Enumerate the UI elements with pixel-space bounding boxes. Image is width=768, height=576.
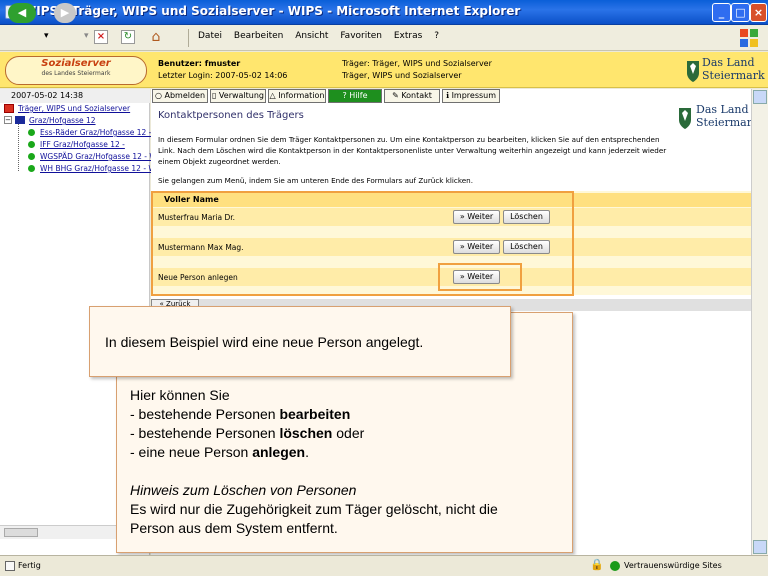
toolbar-separator — [188, 29, 189, 47]
tree-item[interactable]: WGSPÄD Graz/Hofgasse 12 - W — [40, 152, 157, 161]
status-dot-icon — [28, 165, 35, 172]
scroll-up-icon[interactable] — [753, 90, 767, 104]
status-text: Fertig — [18, 561, 41, 570]
forward-dropdown-icon[interactable]: ▾ — [84, 27, 89, 47]
scroll-down-icon[interactable] — [753, 540, 767, 554]
help-line-edit: - bestehende Personen bearbeiten — [130, 406, 351, 422]
user-info: Benutzer: fmuster Letzter Login: 2007-05… — [158, 58, 287, 82]
logo-title: Sozialserver — [41, 58, 111, 69]
status-dot-icon — [28, 141, 35, 148]
status-dot-icon — [28, 129, 35, 136]
traeger-line2: Träger, WIPS und Sozialserver — [342, 71, 462, 80]
land-steiermark-logo: Das Land Steiermark — [686, 56, 768, 86]
tab-kontakt[interactable]: ✎ Kontakt — [384, 89, 440, 103]
back-hint: Sie gelangen zum Menü, indem Sie am unte… — [158, 176, 474, 185]
hint-text1: Es wird nur die Zugehörigkeit zum Täger … — [130, 501, 498, 517]
maximize-button[interactable]: □ — [731, 3, 750, 22]
info-triangle-icon: △ — [269, 91, 279, 100]
menu-extras[interactable]: Extras — [394, 31, 422, 41]
warning-icon — [4, 104, 14, 113]
menu-bar: Datei Bearbeiten Ansicht Favoriten Extra… — [198, 31, 448, 41]
coat-of-arms-icon — [679, 108, 691, 129]
pencil-icon: ✎ — [392, 91, 402, 100]
content-land-logo: Das Land Steiermark — [676, 103, 759, 133]
menu-datei[interactable]: Datei — [198, 31, 222, 41]
content-land-line2: Steiermark — [696, 116, 759, 129]
last-login: Letzter Login: 2007-05-02 14:06 — [158, 71, 288, 80]
page-icon — [5, 561, 15, 571]
help-intro: Hier können Sie — [130, 387, 230, 403]
collapse-icon[interactable]: − — [4, 116, 12, 124]
tree-item[interactable]: IFF Graz/Hofgasse 12 - — [40, 140, 125, 149]
close-button[interactable]: × — [750, 3, 767, 22]
logo-subtitle: des Landes Steiermark — [41, 70, 111, 77]
tab-abmelden[interactable]: ○ Abmelden — [152, 89, 208, 103]
tab-impressum[interactable]: ℹ Impressum — [442, 89, 500, 103]
forward-icon[interactable]: ▶ — [54, 3, 76, 23]
user-name: Benutzer: fmuster — [158, 59, 241, 68]
stop-icon[interactable]: × — [94, 30, 108, 44]
sozialserver-logo: Sozialserver des Landes Steiermark — [5, 56, 147, 85]
help-callout-text: Hier können Sie - bestehende Personen be… — [130, 386, 498, 538]
lock-icon: 🔒 — [590, 558, 604, 571]
land-line2: Steiermark — [702, 69, 765, 82]
intro-text: In diesem Formular ordnen Sie dem Träger… — [158, 135, 667, 166]
tab-hilfe[interactable]: ? Hilfe — [328, 89, 382, 103]
hint-title: Hinweis zum Löschen von Personen — [130, 482, 357, 498]
trusted-zone-icon — [610, 561, 620, 571]
tree-location[interactable]: Graz/Hofgasse 12 — [29, 116, 96, 125]
hint-text2: Person aus dem System entfernt. — [130, 520, 338, 536]
back-icon[interactable]: ◀ — [8, 3, 36, 23]
coat-of-arms-icon — [687, 61, 699, 82]
menu-favoriten[interactable]: Favoriten — [340, 31, 382, 41]
status-dot-icon — [28, 153, 35, 160]
vertical-scrollbar[interactable] — [751, 89, 768, 555]
help-line-create: - eine neue Person anlegen. — [130, 444, 309, 460]
book-icon: ▯ — [211, 91, 219, 100]
current-date: 2007-05-02 14:38 — [0, 89, 150, 103]
help-line-delete: - bestehende Personen löschen oder — [130, 425, 365, 441]
example-callout-text: In diesem Beispiel wird eine neue Person… — [105, 334, 424, 350]
back-dropdown-icon[interactable]: ▾ — [44, 27, 49, 47]
tree-root[interactable]: Träger, WIPS und Sozialserver — [18, 104, 130, 113]
folder-icon — [15, 116, 25, 124]
security-zone: Vertrauenswürdige Sites — [624, 561, 722, 570]
land-line1: Das Land — [702, 56, 755, 69]
menu-bearbeiten[interactable]: Bearbeiten — [234, 31, 283, 41]
minimize-button[interactable]: _ — [712, 3, 731, 22]
window-title: WIPS - Träger, WIPS und Sozialserver - W… — [23, 4, 521, 18]
example-callout: In diesem Beispiel wird eine neue Person… — [89, 306, 511, 377]
traeger-line: Träger: Träger, WIPS und Sozialserver — [342, 59, 492, 68]
menu-ansicht[interactable]: Ansicht — [295, 31, 328, 41]
refresh-icon[interactable]: ↻ — [121, 30, 135, 44]
button-highlight — [438, 263, 522, 291]
windows-logo-icon — [740, 29, 758, 47]
traeger-info: Träger: Träger, WIPS und Sozialserver Tr… — [342, 58, 492, 82]
tree-item[interactable]: Ess-Räder Graz/Hofgasse 12 - — [40, 128, 151, 137]
home-icon[interactable]: ⌂ — [147, 29, 165, 45]
tree-item[interactable]: WH BHG Graz/Hofgasse 12 - W — [40, 164, 156, 173]
page-title: Kontaktpersonen des Trägers — [158, 110, 304, 121]
scroll-thumb[interactable] — [4, 528, 38, 537]
tab-verwaltung[interactable]: ▯ Verwaltung — [210, 89, 266, 103]
content-land-line1: Das Land — [696, 103, 749, 116]
tab-information[interactable]: △ Information — [268, 89, 326, 103]
menu-help[interactable]: ? — [434, 31, 439, 41]
tree-line — [18, 124, 19, 171]
